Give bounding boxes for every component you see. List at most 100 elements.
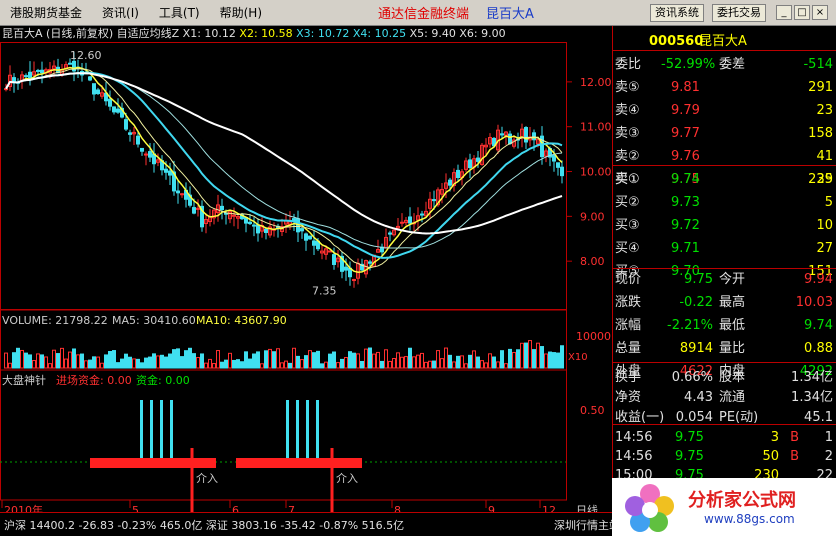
- volume-bar: [8, 362, 12, 369]
- volume-bar: [468, 354, 472, 369]
- stat-label: 现价: [615, 272, 642, 287]
- weibi-label: 委比: [615, 57, 642, 72]
- buy-volume: 10: [816, 218, 833, 233]
- stat-row[interactable]: 总量 8914 量比 0.88: [613, 337, 836, 360]
- chart-area[interactable]: 昆百大A (日线,前复权) 自适应均线Z X1: 10.12 X2: 10.58…: [0, 26, 612, 536]
- volume-bar: [344, 357, 348, 369]
- volume-bar: [196, 357, 200, 369]
- minimize-button[interactable]: _: [776, 5, 792, 20]
- buy-row[interactable]: 买② 9.73 5: [613, 191, 836, 214]
- buy-row[interactable]: 买① 9.74 35: [613, 168, 836, 191]
- volume-bar: [284, 360, 288, 369]
- volume-bar: [396, 352, 400, 369]
- volume-bar: [68, 351, 72, 369]
- volume-bar: [308, 350, 312, 369]
- divider: [612, 268, 836, 269]
- volume-bar: [104, 354, 108, 369]
- menu-help[interactable]: 帮助(H): [210, 4, 272, 21]
- sell-price: 9.79: [671, 103, 700, 118]
- signal-bar: [160, 400, 163, 460]
- ma-line: [5, 72, 563, 235]
- volume-bar: [148, 356, 152, 369]
- volume-bar: [224, 359, 228, 369]
- volume-bar: [312, 352, 316, 369]
- volume-bar: [192, 353, 196, 369]
- candle-body: [220, 205, 224, 211]
- volume-bar: [360, 360, 364, 369]
- price-pane-border: [0, 42, 567, 310]
- volume-bar: [16, 347, 20, 369]
- signal-band: [90, 458, 216, 468]
- buy-volume: 35: [816, 172, 833, 187]
- ma-x5: X5: 9.40: [409, 27, 456, 40]
- volume-bar: [476, 356, 480, 369]
- volume-bar: [504, 363, 508, 369]
- volume-unit: X10: [568, 352, 588, 363]
- logo-url: www.88gs.com: [704, 512, 795, 526]
- stat-row[interactable]: 现价 9.75 今开 9.94: [613, 268, 836, 291]
- volume-bar: [56, 353, 60, 369]
- volume-bar: [20, 349, 24, 369]
- volume-bar: [28, 354, 32, 369]
- candle-body: [108, 98, 112, 107]
- menu-hk-futures[interactable]: 港股期货基金: [0, 4, 92, 21]
- volume-bar: [288, 362, 292, 369]
- entry-label: 介入: [196, 472, 218, 485]
- info-system-button[interactable]: 资讯系统: [650, 4, 704, 22]
- candle-body: [24, 75, 28, 78]
- menu-info[interactable]: 资讯(I): [92, 4, 149, 21]
- weicha-value: -514: [803, 57, 833, 72]
- volume-bar: [548, 351, 552, 369]
- candle-body: [144, 153, 148, 156]
- candle-body: [524, 127, 528, 143]
- maximize-button[interactable]: □: [794, 5, 810, 20]
- volume-bar: [172, 349, 176, 369]
- buy-row[interactable]: 买③ 9.72 10: [613, 214, 836, 237]
- volume-bar: [552, 352, 556, 369]
- candle-body: [124, 119, 128, 130]
- stat-row[interactable]: 涨跌 -0.22 最高 10.03: [613, 291, 836, 314]
- signal-bar: [140, 400, 143, 460]
- volume-bar: [364, 348, 368, 369]
- volume-bar: [404, 356, 408, 369]
- sell-row[interactable]: 卖④ 9.79 23: [613, 99, 836, 122]
- entry-label: 介入: [336, 472, 358, 485]
- divider: [612, 165, 836, 166]
- low-label: 7.35: [312, 284, 337, 297]
- indicator-name: 大盘神针: [2, 373, 46, 387]
- kline-chart[interactable]: 12.00 11.00 10.00 9.00 8.00 12.60 7.35 VOLUME: …: [0, 42, 612, 528]
- candle-body: [420, 213, 424, 216]
- buy-volume: 27: [816, 241, 833, 256]
- candle-body: [168, 170, 172, 176]
- stat-row[interactable]: 涨幅 -2.21% 最低 9.74: [613, 314, 836, 337]
- volume-bar: [556, 352, 560, 369]
- price-tick-label: 10.00: [580, 166, 612, 179]
- sell-row[interactable]: 卖⑤ 9.81 291: [613, 76, 836, 99]
- candle-body: [408, 216, 412, 224]
- candle-body: [28, 71, 32, 79]
- candle-body: [500, 133, 504, 136]
- buy-row[interactable]: 买④ 9.71 27: [613, 237, 836, 260]
- trade-button[interactable]: 委托交易: [712, 4, 766, 22]
- volume-ma10: MA10: 43607.90: [196, 314, 287, 327]
- ma-x4: X4: 10.25: [352, 27, 407, 40]
- menu-tools[interactable]: 工具(T): [149, 4, 210, 21]
- volume-bar: [64, 358, 68, 369]
- stat-label: 总量: [615, 341, 642, 356]
- stat-value: -0.22: [679, 295, 713, 310]
- buy-label: 买④: [615, 241, 640, 256]
- volume-bar: [512, 351, 516, 369]
- candle-body: [328, 250, 332, 253]
- signal-bar: [316, 400, 319, 460]
- volume-bar: [272, 351, 276, 369]
- sell-row[interactable]: 卖③ 9.77 158: [613, 122, 836, 145]
- stat-value: 10.03: [795, 295, 833, 310]
- volume-bar: [152, 353, 156, 369]
- candle-body: [36, 69, 40, 72]
- close-button[interactable]: ×: [812, 5, 828, 20]
- candle-body: [192, 207, 196, 214]
- volume-bar: [168, 353, 172, 369]
- candle-body: [468, 159, 472, 169]
- app-title: 通达信金融终端: [378, 7, 470, 22]
- candle-body: [128, 132, 132, 135]
